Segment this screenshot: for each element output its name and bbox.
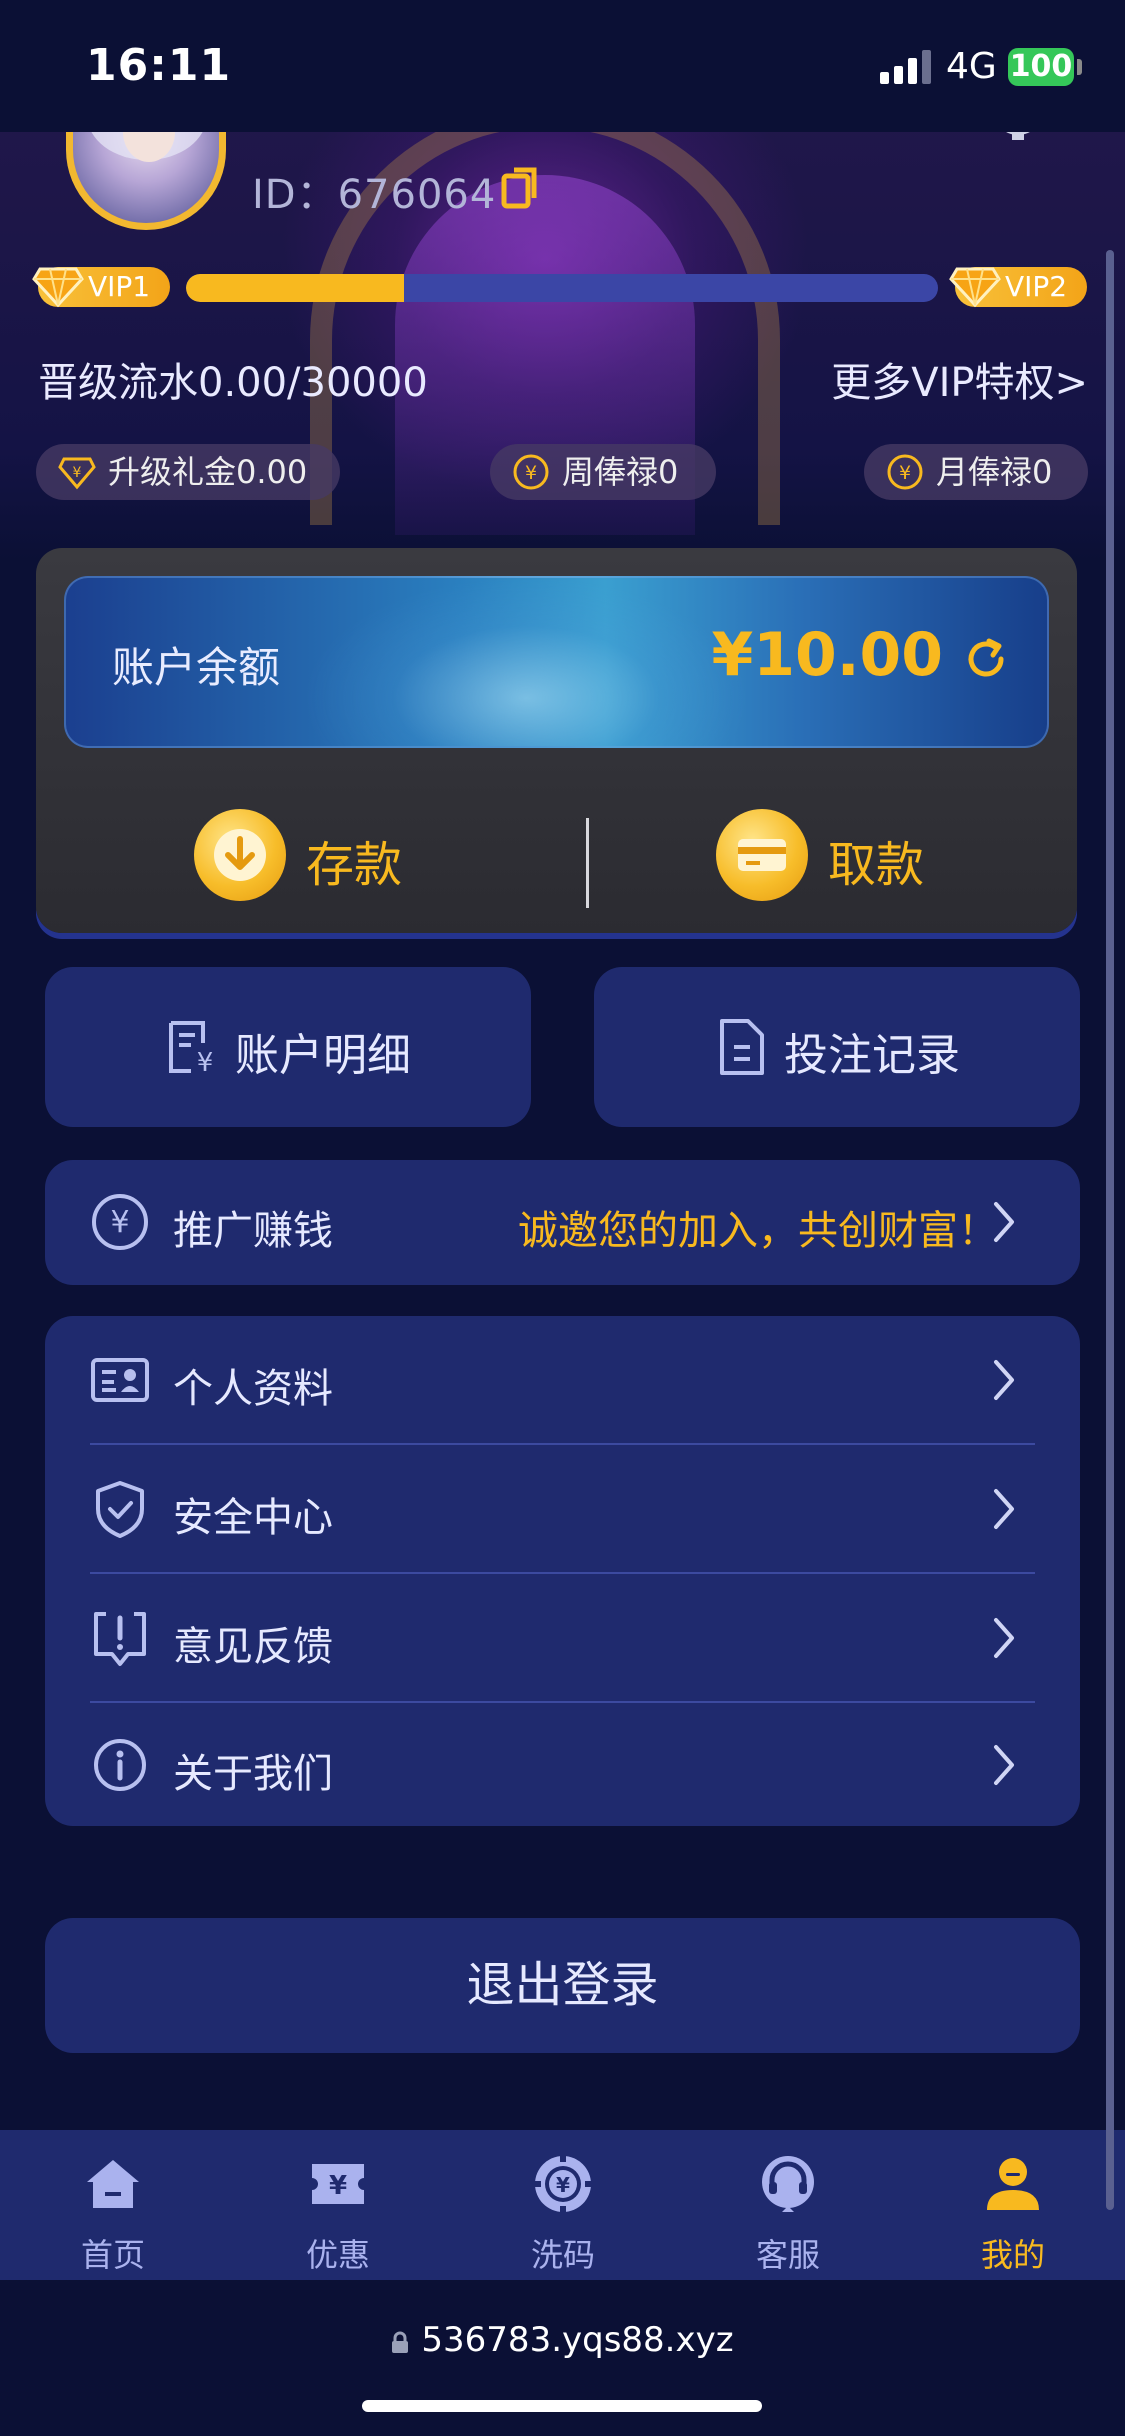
lock-icon [391,2322,409,2353]
svg-text:¥: ¥ [197,1048,214,1077]
chevron-right-icon [994,1745,1014,1785]
weekly-salary-label: 周俸禄0 [562,453,679,491]
document-icon [720,1019,764,1075]
promo-label: 推广赚钱 [173,1208,333,1254]
monthly-salary-chip[interactable]: ¥ 月俸禄0 [864,444,1088,500]
chevron-right-icon [994,1202,1014,1242]
info-icon [94,1739,146,1791]
battery-tip [1077,59,1082,75]
browser-url-text: 536783.yqs88.xyz [421,2320,734,2360]
status-bar: 16:11 4G 100 [0,0,1125,132]
vip-flow-text: 晋级流水0.00/30000 [38,360,428,406]
tab-mine-label: 我的 [980,2236,1045,2274]
diamond-icon [949,267,1001,308]
svg-text:¥: ¥ [899,462,911,484]
upgrade-bonus-label: 升级礼金0.00 [108,453,308,491]
withdraw-button[interactable]: 取款 [716,803,956,903]
menu-item-feedback[interactable]: 意见反馈 [45,1574,1080,1702]
tab-rebate-label: 洗码 [530,2236,595,2274]
tab-promotions[interactable]: ¥ 优惠 [258,2130,418,2280]
vip-progress-fill [186,274,405,302]
svg-text:¥: ¥ [525,462,537,484]
promo-slogan: 诚邀您的加入，共创财富！ [518,1208,998,1254]
promo-row[interactable]: ¥ 推广赚钱 诚邀您的加入，共创财富！ [45,1160,1080,1285]
balance-value: ¥10.00 [711,620,943,690]
status-time: 16:11 [86,40,232,91]
withdraw-icon [716,809,808,901]
tab-mine[interactable]: 我的 [933,2130,1093,2280]
vip-next-badge: VIP2 [949,267,1087,308]
refresh-icon[interactable] [961,634,1011,684]
bottom-tab-bar: 首页 ¥ 优惠 ¥ 洗码 客服 我的 [0,2130,1125,2280]
deposit-label: 存款 [306,837,403,893]
wallet-card: 账户余额 ¥10.00 存款 取款 [36,548,1077,933]
battery-icon: 100 [1008,48,1074,86]
ticket-icon: ¥ [312,2164,364,2204]
user-icon [987,2158,1039,2210]
tab-promotions-label: 优惠 [305,2236,370,2274]
balance-panel: 账户余额 ¥10.00 [64,576,1049,748]
deposit-button[interactable]: 存款 [194,803,434,903]
deposit-icon [194,809,286,901]
upgrade-bonus-chip[interactable]: ¥ 升级礼金0.00 [36,444,340,500]
menu-item-about[interactable]: 关于我们 [45,1703,1080,1826]
shield-icon [96,1481,144,1538]
svg-text:¥: ¥ [73,465,82,481]
id-card-icon [91,1358,149,1402]
withdraw-label: 取款 [828,837,925,893]
vip-next-label: VIP2 [1005,270,1068,303]
svg-text:¥: ¥ [556,2173,570,2197]
network-label: 4G [946,46,997,87]
menu-item-security[interactable]: 安全中心 [45,1445,1080,1573]
account-detail-button[interactable]: ¥ 账户明细 [45,967,531,1127]
logout-button[interactable]: 退出登录 [45,1918,1080,2053]
settings-menu: 个人资料 安全中心 意见反馈 关于我们 [45,1316,1080,1826]
browser-url[interactable]: 536783.yqs88.xyz [0,2320,1125,2360]
menu-security-label: 安全中心 [173,1495,333,1541]
chevron-right-icon [994,1489,1014,1529]
more-vip-link[interactable]: 更多VIP特权> [831,350,1088,408]
yen-coin-icon: ¥ [92,1194,148,1250]
diamond-icon: ¥ [58,457,96,490]
home-icon [87,2160,139,2208]
wallet-divider [586,818,589,908]
home-indicator [362,2400,762,2412]
scrollbar[interactable] [1106,250,1114,2210]
user-id: ID：676064 [252,172,497,218]
weekly-salary-chip[interactable]: ¥ 周俸禄0 [490,444,716,500]
vip-current-badge: VIP1 [32,267,170,308]
account-detail-label: 账户明细 [235,1030,411,1081]
chevron-right-icon [994,1360,1014,1400]
account-detail-icon: ¥ [169,1021,214,1077]
chevron-right-icon [994,1618,1014,1658]
menu-about-label: 关于我们 [173,1751,333,1797]
tab-home-label: 首页 [80,2236,145,2274]
signal-icon [880,50,934,84]
menu-profile-label: 个人资料 [173,1366,333,1412]
vip-progress-bar [186,274,938,302]
bet-record-button[interactable]: 投注记录 [594,967,1080,1127]
browser-bar: 536783.yqs88.xyz [0,2280,1125,2436]
svg-text:¥: ¥ [110,1205,129,1240]
tab-rebate[interactable]: ¥ 洗码 [483,2130,643,2280]
feedback-icon [94,1612,146,1666]
bet-record-label: 投注记录 [784,1030,960,1081]
headset-icon [762,2156,814,2212]
chip-icon: ¥ [533,2154,593,2214]
balance-label: 账户余额 [112,643,281,692]
monthly-salary-label: 月俸禄0 [936,453,1053,491]
tab-support[interactable]: 客服 [708,2130,868,2280]
yen-coin-icon: ¥ [513,454,549,490]
svg-text:¥: ¥ [329,2171,347,2201]
tab-support-label: 客服 [755,2236,820,2274]
copy-icon[interactable] [500,166,540,210]
tab-home[interactable]: 首页 [33,2130,193,2280]
yen-coin-icon: ¥ [887,454,923,490]
diamond-icon [32,267,84,308]
menu-item-profile[interactable]: 个人资料 [45,1316,1080,1444]
menu-feedback-label: 意见反馈 [173,1624,333,1670]
vip-current-label: VIP1 [88,270,151,303]
